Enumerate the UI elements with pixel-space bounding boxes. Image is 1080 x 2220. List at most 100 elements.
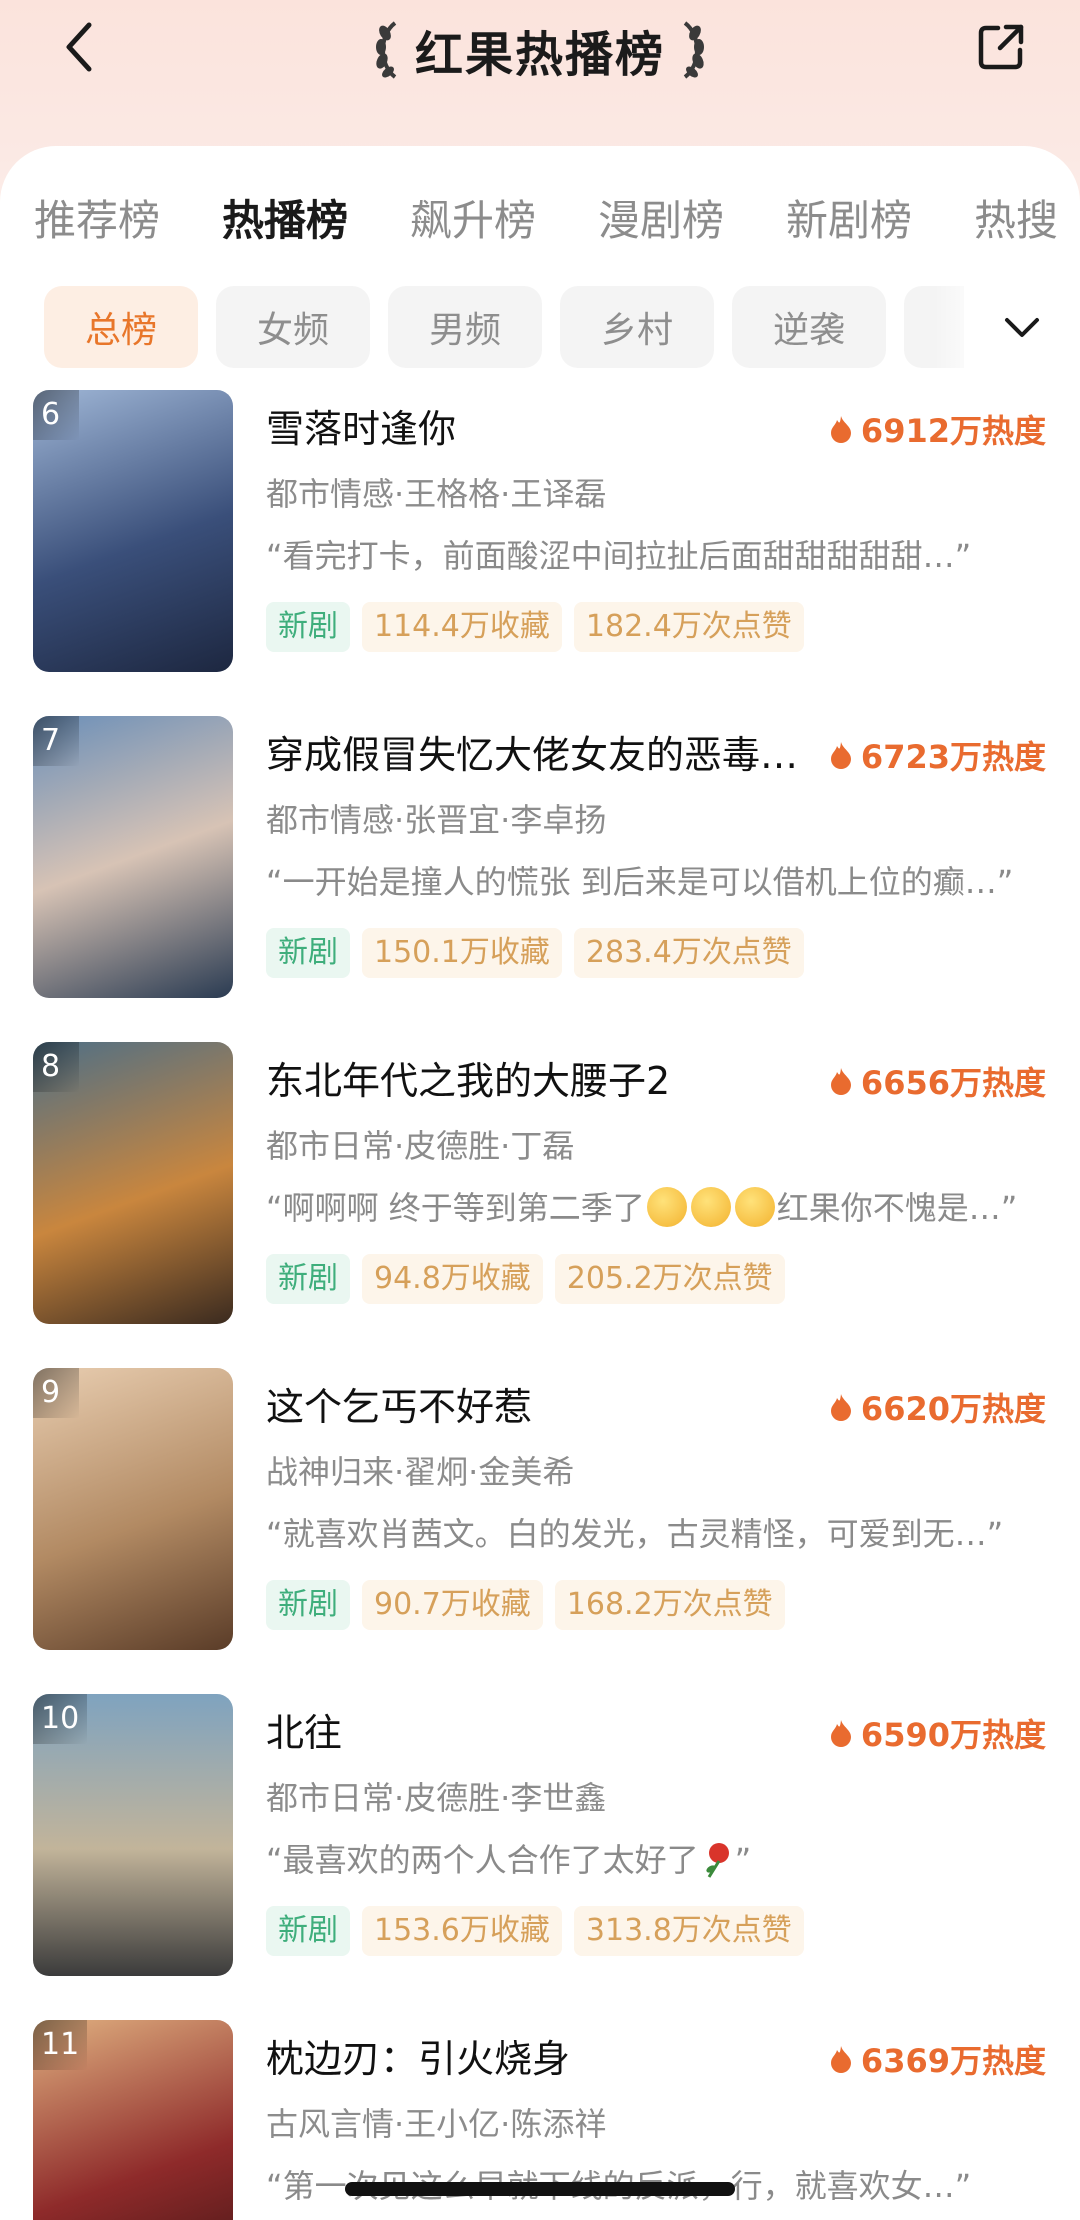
heat-value: 6912万热度 <box>860 412 1046 450</box>
drama-meta: 都市情感·张晋宜·李卓扬 <box>266 801 607 839</box>
heat-score: 6590万热度 <box>829 1708 1046 1758</box>
category-chips: 总榜 女频 男频 乡村 逆袭 <box>0 286 1080 370</box>
comment-quote: “就喜欢肖茜文。白的发光，古灵精怪，可爱到无…” <box>266 1515 1004 1553</box>
list-item[interactable]: 6 雪落时逢你 6912万热度 都市情感·王格格·王译磊 “看完打卡，前面酸涩中… <box>0 390 1080 680</box>
drama-title: 东北年代之我的大腰子2 <box>266 1059 671 1103</box>
chip-male[interactable]: 男频 <box>388 286 542 368</box>
tab-hot-play[interactable]: 热播榜 <box>222 186 348 256</box>
chip-female[interactable]: 女频 <box>216 286 370 368</box>
quote-text: “最喜欢的两个人合作了太好了 <box>266 1841 699 1879</box>
flame-icon <box>830 1068 851 1095</box>
header: 红果热播榜 <box>0 0 1080 150</box>
poster-image[interactable]: 6 <box>33 390 233 672</box>
drama-title: 这个乞丐不好惹 <box>266 1385 533 1429</box>
drama-title: 雪落时逢你 <box>266 407 457 451</box>
poster-image[interactable]: 8 <box>33 1042 233 1324</box>
heat-score: 6656万热度 <box>829 1056 1046 1106</box>
poster-image[interactable]: 7 <box>33 716 233 998</box>
drama-title: 穿成假冒失忆大佬女友的恶毒… <box>266 733 799 777</box>
quote-text-end: ” <box>734 1841 752 1879</box>
chip-rural[interactable]: 乡村 <box>560 286 714 368</box>
emoji-icon <box>690 1187 731 1227</box>
list-item[interactable]: 9 这个乞丐不好惹 6620万热度 战神归来·翟炯·金美希 “就喜欢肖茜文。白的… <box>0 1368 1080 1658</box>
page-title: 红果热播榜 <box>414 27 665 83</box>
new-badge: 新剧 <box>266 602 350 652</box>
expand-chips-button[interactable] <box>990 296 1054 360</box>
drama-title: 北往 <box>266 1711 343 1755</box>
likes-count: 182.4万次点赞 <box>573 602 804 652</box>
poster-image[interactable]: 10 <box>33 1694 233 1976</box>
likes-count: 283.4万次点赞 <box>573 928 804 978</box>
comment-quote: “看完打卡，前面酸涩中间拉扯后面甜甜甜甜甜…” <box>266 537 972 575</box>
flame-icon <box>830 742 851 769</box>
poster-image[interactable]: 9 <box>33 1368 233 1650</box>
tag-row: 新剧 150.1万收藏 283.4万次点赞 <box>266 928 804 978</box>
tab-new[interactable]: 新剧榜 <box>786 186 912 256</box>
favorites-count: 114.4万收藏 <box>362 602 562 652</box>
quote-text-end: 红果你不愧是…” <box>776 1189 1018 1227</box>
quote-text: “啊啊啊 终于等到第二季了 <box>266 1189 645 1227</box>
chip-comeback[interactable]: 逆袭 <box>732 286 886 368</box>
chip-all[interactable]: 总榜 <box>44 286 198 368</box>
flame-icon <box>830 1394 851 1421</box>
likes-count: 168.2万次点赞 <box>554 1580 785 1630</box>
rank-number: 7 <box>33 716 79 766</box>
tab-hot-search[interactable]: 热搜 <box>974 186 1058 256</box>
favorites-count: 90.7万收藏 <box>362 1580 543 1630</box>
tab-recommend[interactable]: 推荐榜 <box>34 186 160 256</box>
emoji-icon <box>646 1187 687 1227</box>
favorites-count: 150.1万收藏 <box>362 928 562 978</box>
emoji-icon <box>734 1187 775 1227</box>
likes-count: 313.8万次点赞 <box>573 1906 804 1956</box>
rank-number: 9 <box>33 1368 79 1418</box>
drama-meta: 都市日常·皮德胜·李世鑫 <box>266 1779 607 1817</box>
drama-title: 枕边刃：引火烧身 <box>266 2037 571 2081</box>
new-badge: 新剧 <box>266 1906 350 1956</box>
tag-row: 新剧 94.8万收藏 205.2万次点赞 <box>266 1254 785 1304</box>
drama-meta: 都市日常·皮德胜·丁磊 <box>266 1127 575 1165</box>
heat-score: 6723万热度 <box>829 730 1046 780</box>
heat-value: 6369万热度 <box>860 2042 1046 2080</box>
tag-row: 新剧 153.6万收藏 313.8万次点赞 <box>266 1906 804 1956</box>
rank-number: 8 <box>33 1042 79 1092</box>
heat-score: 6620万热度 <box>829 1382 1046 1432</box>
heat-score: 6369万热度 <box>829 2034 1046 2084</box>
ranking-tabs: 推荐榜 热播榜 飙升榜 漫剧榜 新剧榜 热搜 <box>0 186 1080 256</box>
drama-meta: 都市情感·王格格·王译磊 <box>266 475 607 513</box>
heat-score: 6912万热度 <box>829 404 1046 454</box>
flame-icon <box>830 1720 851 1747</box>
heat-value: 6620万热度 <box>860 1390 1046 1428</box>
list-item[interactable]: 10 北往 6590万热度 都市日常·皮德胜·李世鑫 “最喜欢的两个人合作了太好… <box>0 1694 1080 1984</box>
tab-rising[interactable]: 飙升榜 <box>410 186 536 256</box>
tag-row: 新剧 114.4万收藏 182.4万次点赞 <box>266 602 804 652</box>
heat-value: 6656万热度 <box>860 1064 1046 1102</box>
home-indicator[interactable] <box>345 2182 735 2196</box>
heat-value: 6590万热度 <box>860 1716 1046 1754</box>
share-icon <box>978 24 1024 70</box>
comment-quote: “最喜欢的两个人合作了太好了 ” <box>266 1838 1046 1882</box>
comment-quote: “啊啊啊 终于等到第二季了 红果你不愧是…” <box>266 1186 1046 1230</box>
rank-number: 11 <box>33 2020 88 2070</box>
drama-meta: 古风言情·王小亿·陈添祥 <box>266 2105 607 2143</box>
rose-icon <box>706 1843 729 1878</box>
favorites-count: 153.6万收藏 <box>362 1906 562 1956</box>
rank-number: 10 <box>33 1694 88 1744</box>
list-item[interactable]: 7 穿成假冒失忆大佬女友的恶毒… 6723万热度 都市情感·张晋宜·李卓扬 “一… <box>0 716 1080 1006</box>
flame-icon <box>830 416 851 443</box>
poster-image[interactable]: 11 <box>33 2020 233 2220</box>
rank-number: 6 <box>33 390 79 440</box>
drama-meta: 战神归来·翟炯·金美希 <box>266 1453 575 1491</box>
laurel-icon <box>375 21 397 79</box>
share-button[interactable] <box>966 12 1036 82</box>
flame-icon <box>830 2046 851 2073</box>
comment-quote: “一开始是撞人的慌张 到后来是可以借机上位的癫…” <box>266 863 1014 901</box>
tag-row: 新剧 90.7万收藏 168.2万次点赞 <box>266 1580 785 1630</box>
list-item[interactable]: 8 东北年代之我的大腰子2 6656万热度 都市日常·皮德胜·丁磊 “啊啊啊 终… <box>0 1042 1080 1332</box>
chevron-down-icon <box>1005 318 1039 337</box>
new-badge: 新剧 <box>266 1254 350 1304</box>
heat-value: 6723万热度 <box>860 738 1046 776</box>
title-area: 红果热播榜 <box>0 14 1080 86</box>
new-badge: 新剧 <box>266 1580 350 1630</box>
tab-comic[interactable]: 漫剧榜 <box>598 186 724 256</box>
likes-count: 205.2万次点赞 <box>554 1254 785 1304</box>
